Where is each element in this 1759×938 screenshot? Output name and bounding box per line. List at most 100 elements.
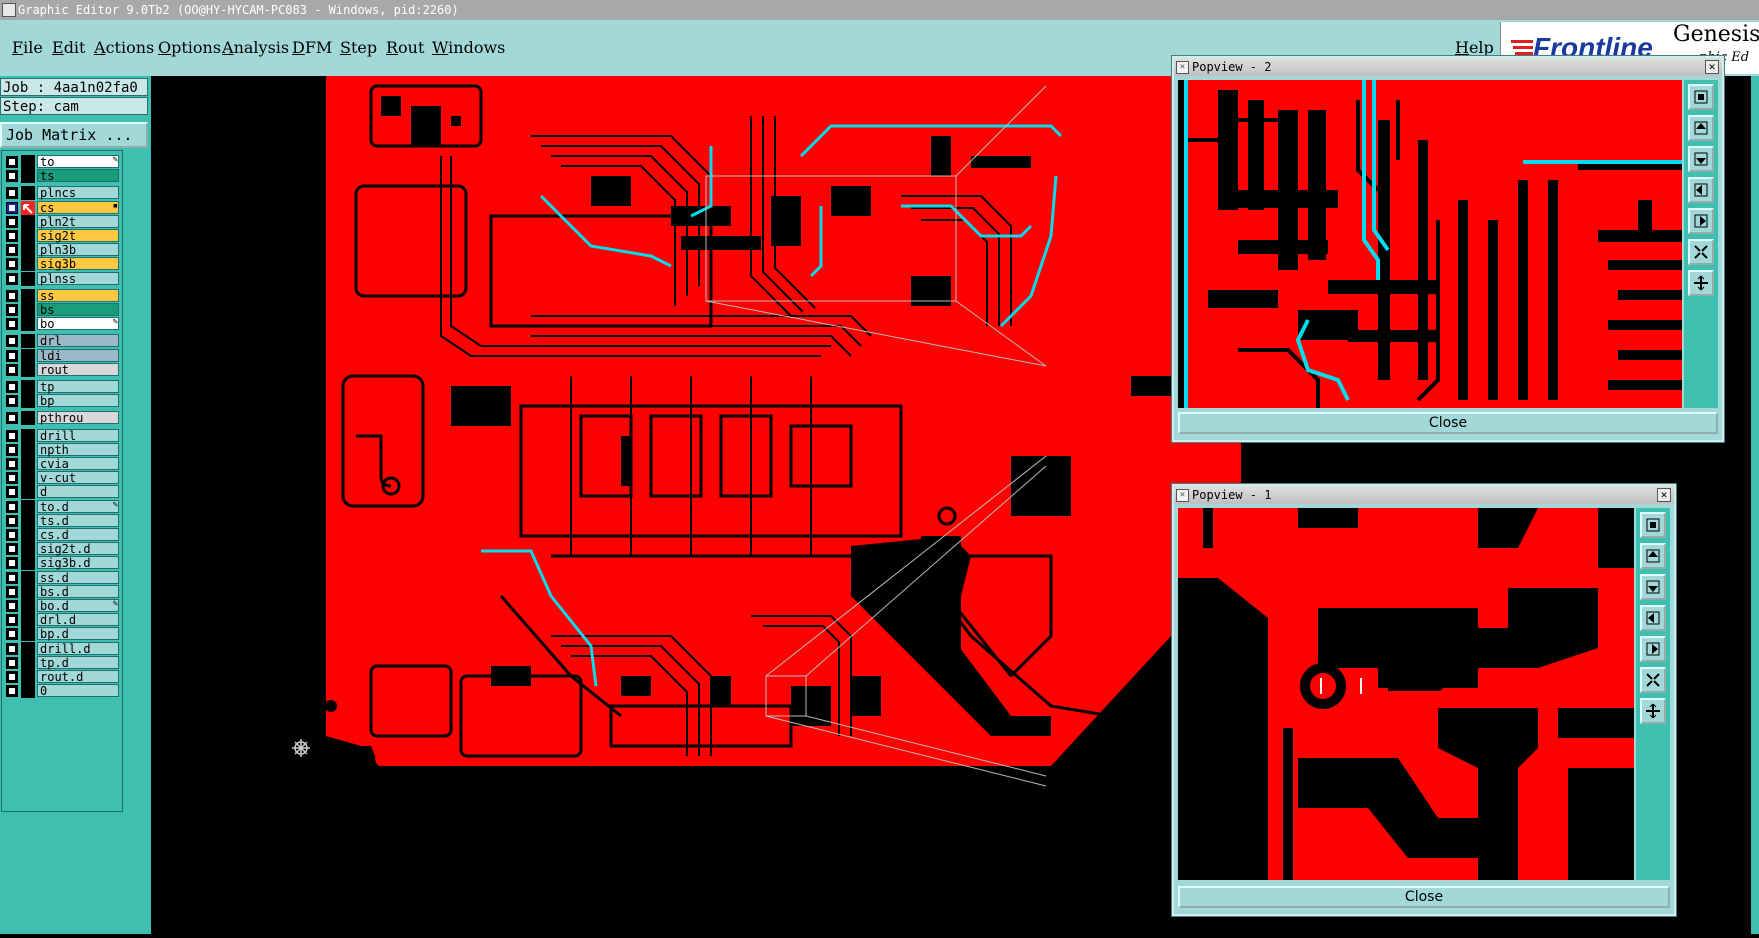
menu-file[interactable]: File	[12, 38, 43, 57]
layer-name[interactable]: tp.d	[37, 655, 119, 669]
layer-select-box[interactable]	[21, 613, 35, 628]
layer-name[interactable]: ts	[37, 169, 119, 183]
layer-name[interactable]: plncs	[37, 186, 119, 200]
job-matrix-button[interactable]: Job Matrix ...	[0, 122, 148, 148]
layer-select-box[interactable]	[21, 457, 35, 471]
layer-name[interactable]: to.d	[37, 499, 119, 513]
popview-2-pan-right-icon[interactable]	[1688, 208, 1714, 234]
layer-checkbox[interactable]	[6, 244, 18, 257]
layer-name[interactable]: drl.d	[37, 613, 119, 627]
menu-actions[interactable]: Actions	[94, 38, 154, 57]
menu-rout[interactable]: Rout	[386, 38, 424, 57]
popview-2-pan-up-icon[interactable]	[1688, 115, 1714, 141]
layer-name[interactable]: v-cut	[37, 471, 119, 485]
layer-checkbox[interactable]	[6, 543, 18, 556]
layer-select-box[interactable]	[21, 155, 35, 169]
layer-checkbox[interactable]	[6, 187, 18, 200]
layer-name[interactable]: ldi	[37, 348, 119, 362]
popview-1-pan-left-icon[interactable]	[1640, 605, 1666, 631]
layer-row-bo[interactable]: bo ✎	[2, 317, 122, 332]
layer-row-sig3b[interactable]: sig3b	[2, 257, 122, 272]
layer-row-cs.d[interactable]: cs.d	[2, 528, 122, 542]
layer-row-pln3b[interactable]: pln3b	[2, 243, 122, 258]
layer-row-plncs[interactable]: plncs	[2, 186, 122, 201]
layer-select-box[interactable]	[21, 528, 35, 542]
layer-name[interactable]: bo.d	[37, 599, 119, 613]
layer-select-box[interactable]	[21, 317, 35, 332]
layer-checkbox[interactable]	[6, 304, 18, 316]
layer-row-bp[interactable]: bp	[2, 394, 122, 409]
layer-name[interactable]: cs.d	[37, 528, 119, 542]
layer-checkbox[interactable]	[6, 514, 18, 527]
layer-name[interactable]: cvia	[37, 457, 119, 471]
layer-checkbox[interactable]	[6, 529, 18, 541]
layer-select-box[interactable]	[21, 169, 35, 184]
layer-select-box[interactable]	[21, 670, 35, 684]
layer-row-tp.d[interactable]: tp.d	[2, 655, 122, 670]
layer-row-ts.d[interactable]: ts.d	[2, 513, 122, 528]
layer-row-drl.d[interactable]: drl.d	[2, 613, 122, 628]
layer-select-box[interactable]	[21, 570, 35, 585]
layer-select-box[interactable]	[21, 288, 35, 303]
layer-name[interactable]: bp.d	[37, 627, 119, 641]
layer-row-ldi[interactable]: ldi	[2, 348, 122, 363]
layer-select-box[interactable]	[21, 186, 35, 201]
popview-2-pan-left-icon[interactable]	[1688, 177, 1714, 203]
layer-select-box[interactable]	[21, 214, 35, 229]
layer-select-box[interactable]	[21, 229, 35, 243]
layer-name[interactable]: bs.d	[37, 584, 119, 598]
layer-select-box[interactable]	[21, 428, 35, 443]
layer-row-drl[interactable]: drl	[2, 334, 122, 349]
layer-row-ts[interactable]: ts	[2, 169, 122, 184]
layer-row-sig2t[interactable]: sig2t	[2, 229, 122, 243]
menu-analysis[interactable]: Analysis	[222, 38, 289, 57]
layer-checkbox[interactable]	[6, 472, 18, 485]
layer-name[interactable]: 0	[37, 684, 119, 698]
layer-checkbox[interactable]	[6, 571, 18, 584]
layer-select-box[interactable]	[21, 556, 35, 571]
layer-row-bp.d[interactable]: bp.d	[2, 627, 122, 642]
layer-row-0[interactable]: 0	[2, 684, 122, 699]
layer-checkbox[interactable]	[6, 395, 18, 408]
popview-2-zoom-out-icon[interactable]	[1688, 270, 1714, 296]
layer-select-box[interactable]	[21, 627, 35, 642]
popview-2-zoom-home-icon[interactable]	[1688, 84, 1714, 110]
menu-windows[interactable]: Windows	[432, 38, 505, 57]
layer-checkbox[interactable]	[6, 486, 18, 499]
layer-select-box[interactable]	[21, 684, 35, 699]
layer-select-box[interactable]	[21, 599, 35, 613]
layer-checkbox[interactable]	[6, 412, 18, 425]
layer-name[interactable]: pln3b	[37, 243, 119, 257]
layer-select-box[interactable]	[21, 499, 35, 514]
layer-name[interactable]: bo	[37, 317, 119, 331]
layer-checkbox[interactable]	[6, 363, 18, 376]
popview-1-menu-icon[interactable]: ✕	[1176, 489, 1189, 502]
layer-checkbox[interactable]	[6, 258, 18, 271]
layer-name[interactable]: npth	[37, 442, 119, 456]
layer-checkbox[interactable]	[6, 289, 18, 302]
layer-name[interactable]: rout.d	[37, 670, 119, 684]
popview-1-zoom-in-icon[interactable]	[1640, 667, 1666, 693]
layer-checkbox[interactable]	[6, 628, 18, 641]
popview-1-zoom-home-icon[interactable]	[1640, 512, 1666, 538]
popview-2-window[interactable]: ✕ Popview - 2 ✕ Close	[1172, 56, 1724, 442]
layer-row-ss.d[interactable]: ss.d	[2, 570, 122, 585]
layer-checkbox[interactable]	[6, 458, 18, 470]
layer-select-box[interactable]	[21, 513, 35, 528]
layer-work-arrow-icon[interactable]	[21, 200, 35, 215]
popview-1-close-button[interactable]: Close	[1178, 886, 1670, 908]
layer-select-box[interactable]	[21, 641, 35, 656]
layer-select-box[interactable]	[21, 334, 35, 349]
layer-select-box[interactable]	[21, 485, 35, 500]
popview-2-close-icon[interactable]: ✕	[1705, 60, 1719, 74]
layer-name[interactable]: bs	[37, 303, 119, 317]
layer-name[interactable]: tp	[37, 380, 119, 394]
menu-options[interactable]: Options	[158, 38, 221, 57]
layer-select-box[interactable]	[21, 442, 35, 457]
layer-checkbox[interactable]	[6, 600, 18, 612]
layer-checkbox[interactable]	[6, 201, 18, 214]
layer-row-plnss[interactable]: plnss	[2, 271, 122, 286]
layer-select-box[interactable]	[21, 271, 35, 286]
layer-select-box[interactable]	[21, 380, 35, 394]
layer-name[interactable]: pthrou	[37, 411, 119, 425]
